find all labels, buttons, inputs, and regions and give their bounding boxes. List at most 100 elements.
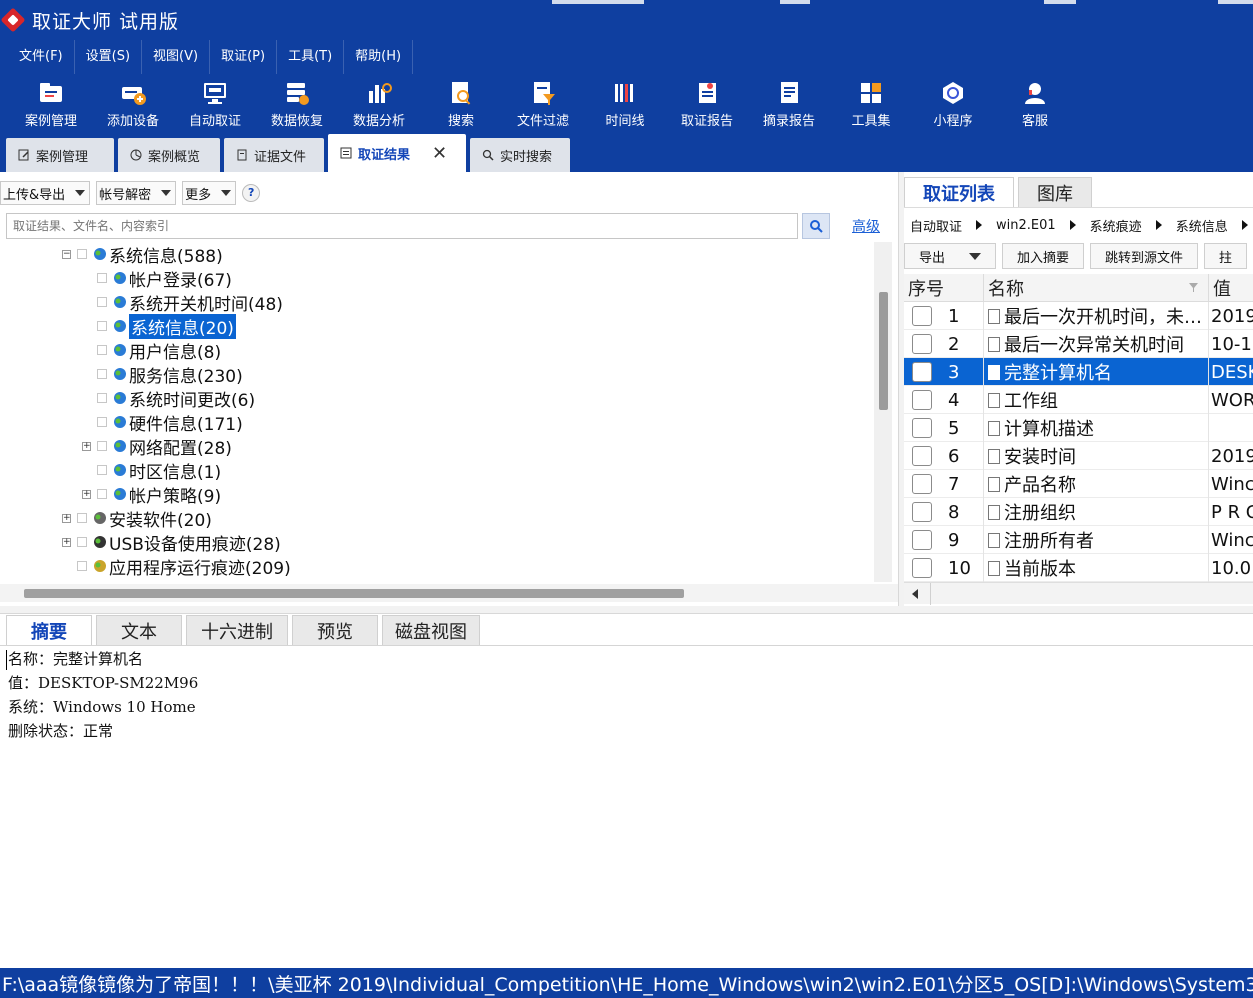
tree-checkbox[interactable] <box>97 393 107 403</box>
add-summary-button[interactable]: 加入摘要 <box>1002 243 1085 269</box>
row-checkbox[interactable] <box>912 446 932 466</box>
tree-checkbox[interactable] <box>77 513 87 523</box>
filter-icon[interactable] <box>1189 283 1198 292</box>
tab-case-manage[interactable]: 案例管理 <box>6 138 114 172</box>
toolbar-forensic-report-button[interactable]: 取证报告 <box>666 74 748 134</box>
tab-forensic-list[interactable]: 取证列表 <box>904 177 1014 207</box>
tree-item[interactable]: + 安装软件(20) <box>62 506 212 531</box>
tree-item[interactable]: + 帐户策略(9) <box>82 482 221 507</box>
table-row[interactable]: 1 最后一次开机时间，未… 2019 <box>904 302 1253 330</box>
row-checkbox[interactable] <box>912 530 932 550</box>
tree-checkbox[interactable] <box>77 561 87 571</box>
tree-item[interactable]: 服务信息(230) <box>82 362 243 387</box>
tree-checkbox[interactable] <box>97 465 107 475</box>
breadcrumb-item[interactable]: 自动取证 <box>910 216 962 235</box>
table-row[interactable]: 2 最后一次异常关机时间 10-1 <box>904 330 1253 358</box>
menu-view[interactable]: 视图(V) <box>142 40 211 74</box>
row-checkbox[interactable] <box>912 558 932 578</box>
column-header-value[interactable]: 值 <box>1209 274 1253 302</box>
tab-text[interactable]: 文本 <box>96 615 182 645</box>
expand-icon[interactable]: + <box>62 513 71 523</box>
expand-icon[interactable]: + <box>82 489 91 499</box>
toolbar-mini-program-button[interactable]: 小程序 <box>912 74 994 134</box>
tree-checkbox[interactable] <box>97 297 107 307</box>
row-checkbox[interactable] <box>912 418 932 438</box>
table-row[interactable]: 9 注册所有者 Winc <box>904 526 1253 554</box>
tree-checkbox[interactable] <box>97 369 107 379</box>
tree-item[interactable]: 帐户登录(67) <box>82 266 232 291</box>
toolbar-case-manage-button[interactable]: 案例管理 <box>10 74 92 134</box>
more-dropdown[interactable]: 更多 <box>182 181 237 205</box>
tab-preview[interactable]: 预览 <box>292 615 378 645</box>
tree-checkbox[interactable] <box>97 273 107 283</box>
collapse-icon[interactable]: − <box>62 249 71 259</box>
tree-checkbox[interactable] <box>77 249 87 259</box>
search-button[interactable] <box>802 213 830 239</box>
tree-item[interactable]: 系统时间更改(6) <box>82 386 255 411</box>
scrollbar-thumb[interactable] <box>24 589 684 598</box>
toolbar-add-device-button[interactable]: 添加设备 <box>92 74 174 134</box>
table-row[interactable]: 7 产品名称 Winc <box>904 470 1253 498</box>
tree-checkbox[interactable] <box>97 321 107 331</box>
table-horizontal-scrollbar[interactable] <box>904 582 1253 605</box>
expand-icon[interactable]: + <box>62 537 71 547</box>
column-header-name[interactable]: 名称 <box>984 274 1209 302</box>
row-checkbox[interactable] <box>912 390 932 410</box>
tree-vertical-scrollbar[interactable] <box>874 242 892 582</box>
tree-item[interactable]: + 网络配置(28) <box>82 434 232 459</box>
row-checkbox[interactable] <box>912 474 932 494</box>
toolbar-data-recovery-button[interactable]: 数据恢复 <box>256 74 338 134</box>
scroll-left-icon[interactable] <box>912 589 918 599</box>
row-checkbox[interactable] <box>912 362 932 382</box>
tab-case-overview[interactable]: 案例概览 <box>118 138 220 172</box>
table-row[interactable]: 10 当前版本 10.0 <box>904 554 1253 582</box>
tree-horizontal-scrollbar[interactable] <box>0 584 898 602</box>
menu-help[interactable]: 帮助(H) <box>344 40 414 74</box>
row-checkbox[interactable] <box>912 306 932 326</box>
tab-disk-view[interactable]: 磁盘视图 <box>382 615 480 645</box>
summary-text-area[interactable]: 名称：完整计算机名 值：DESKTOP-SM22M96 系统：Windows 1… <box>0 646 1253 968</box>
tree-checkbox[interactable] <box>97 417 107 427</box>
account-decrypt-dropdown[interactable]: 帐号解密 <box>96 181 177 205</box>
breadcrumb-item[interactable]: win2.E01 <box>996 218 1056 233</box>
tree-checkbox[interactable] <box>77 537 87 547</box>
tab-summary[interactable]: 摘要 <box>6 615 92 645</box>
search-input[interactable] <box>6 213 798 239</box>
tree-item[interactable]: 硬件信息(171) <box>82 410 243 435</box>
tree-item[interactable]: 应用程序运行痕迹(209) <box>62 554 291 579</box>
close-icon[interactable]: ✕ <box>432 143 447 164</box>
table-row[interactable]: 3 完整计算机名 DESK <box>904 358 1253 386</box>
help-icon[interactable]: ? <box>242 184 261 202</box>
tab-evidence-files[interactable]: 证据文件 <box>224 138 324 172</box>
toolbar-timeline-button[interactable]: 时间线 <box>584 74 666 134</box>
tree-item[interactable]: + USB设备使用痕迹(28) <box>62 530 281 555</box>
table-row[interactable]: 6 安装时间 2019 <box>904 442 1253 470</box>
tree-item[interactable]: 系统开关机时间(48) <box>82 290 283 315</box>
tab-forensic-results[interactable]: 取证结果 ✕ <box>328 134 466 172</box>
toolbar-support-button[interactable]: 客服 <box>994 74 1076 134</box>
table-row[interactable]: 4 工作组 WOR <box>904 386 1253 414</box>
row-checkbox[interactable] <box>912 334 932 354</box>
toolbar-excerpt-report-button[interactable]: 摘录报告 <box>748 74 830 134</box>
breadcrumb-item[interactable]: 系统痕迹 <box>1090 216 1142 235</box>
toolbar-search-button[interactable]: 搜索 <box>420 74 502 134</box>
horizontal-splitter[interactable] <box>0 606 1253 614</box>
tree-item[interactable]: 系统信息(20) <box>82 313 236 339</box>
menu-forensics[interactable]: 取证(P) <box>210 40 278 74</box>
tree-item[interactable]: 时区信息(1) <box>82 458 221 483</box>
toolbar-file-filter-button[interactable]: 文件过滤 <box>502 74 584 134</box>
advanced-search-link[interactable]: 高级 <box>852 216 880 236</box>
extra-button[interactable]: 拄 <box>1204 243 1248 269</box>
toolbar-data-analysis-button[interactable]: 数据分析 <box>338 74 420 134</box>
row-checkbox[interactable] <box>912 502 932 522</box>
tab-hex[interactable]: 十六进制 <box>186 615 288 645</box>
menu-file[interactable]: 文件(F) <box>8 40 75 74</box>
jump-to-source-button[interactable]: 跳转到源文件 <box>1090 243 1199 269</box>
table-row[interactable]: 8 注册组织 P R C <box>904 498 1253 526</box>
tree-checkbox[interactable] <box>97 489 107 499</box>
breadcrumb-item[interactable]: 系统信息 <box>1176 216 1228 235</box>
toolbar-toolset-button[interactable]: 工具集 <box>830 74 912 134</box>
menu-settings[interactable]: 设置(S) <box>75 40 143 74</box>
tab-gallery[interactable]: 图库 <box>1018 177 1092 207</box>
export-dropdown[interactable]: 导出 <box>904 243 997 269</box>
